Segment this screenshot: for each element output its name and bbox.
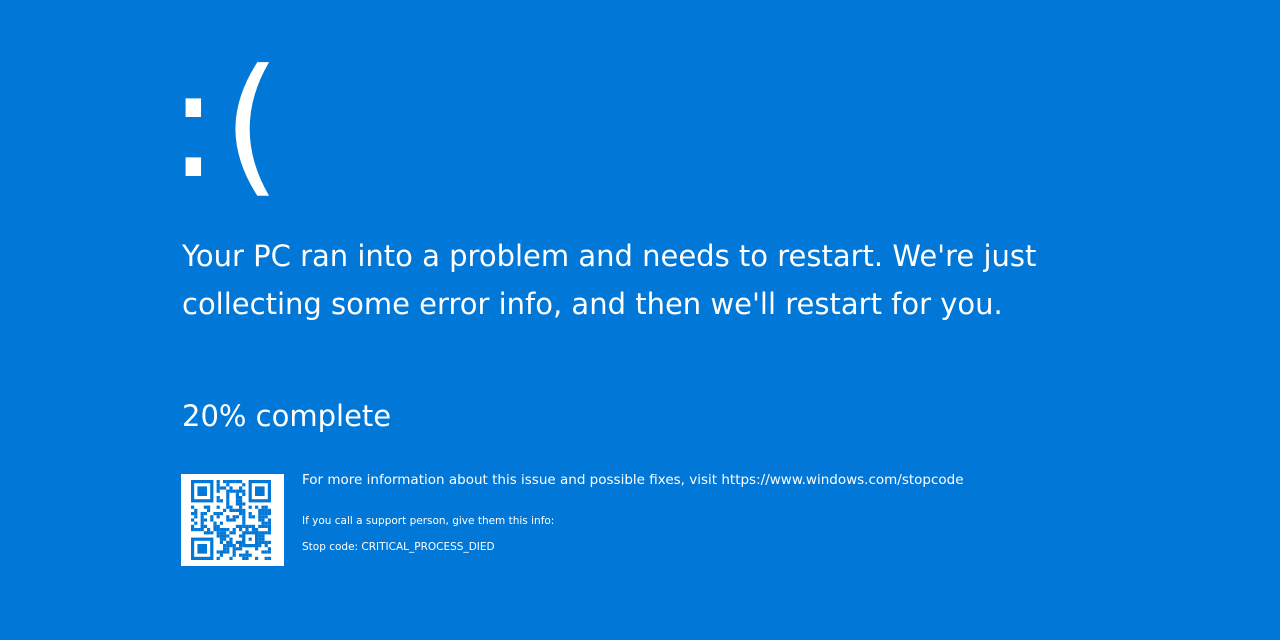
sad-face-icon: :(	[168, 38, 286, 212]
error-message: Your PC ran into a problem and needs to …	[182, 239, 1037, 321]
info-block: For more information about this issue an…	[302, 470, 1202, 555]
more-info-text: For more information about this issue an…	[302, 472, 964, 488]
qr-code-icon	[181, 474, 284, 566]
support-info-text: If you call a support person, give them …	[302, 515, 555, 527]
stop-code-text: Stop code: CRITICAL_PROCESS_DIED	[302, 541, 495, 553]
progress-text: 20% complete	[182, 399, 392, 433]
qr-code-graphic	[191, 480, 271, 560]
blue-screen: :( Your PC ran into a problem and needs …	[0, 0, 1280, 640]
